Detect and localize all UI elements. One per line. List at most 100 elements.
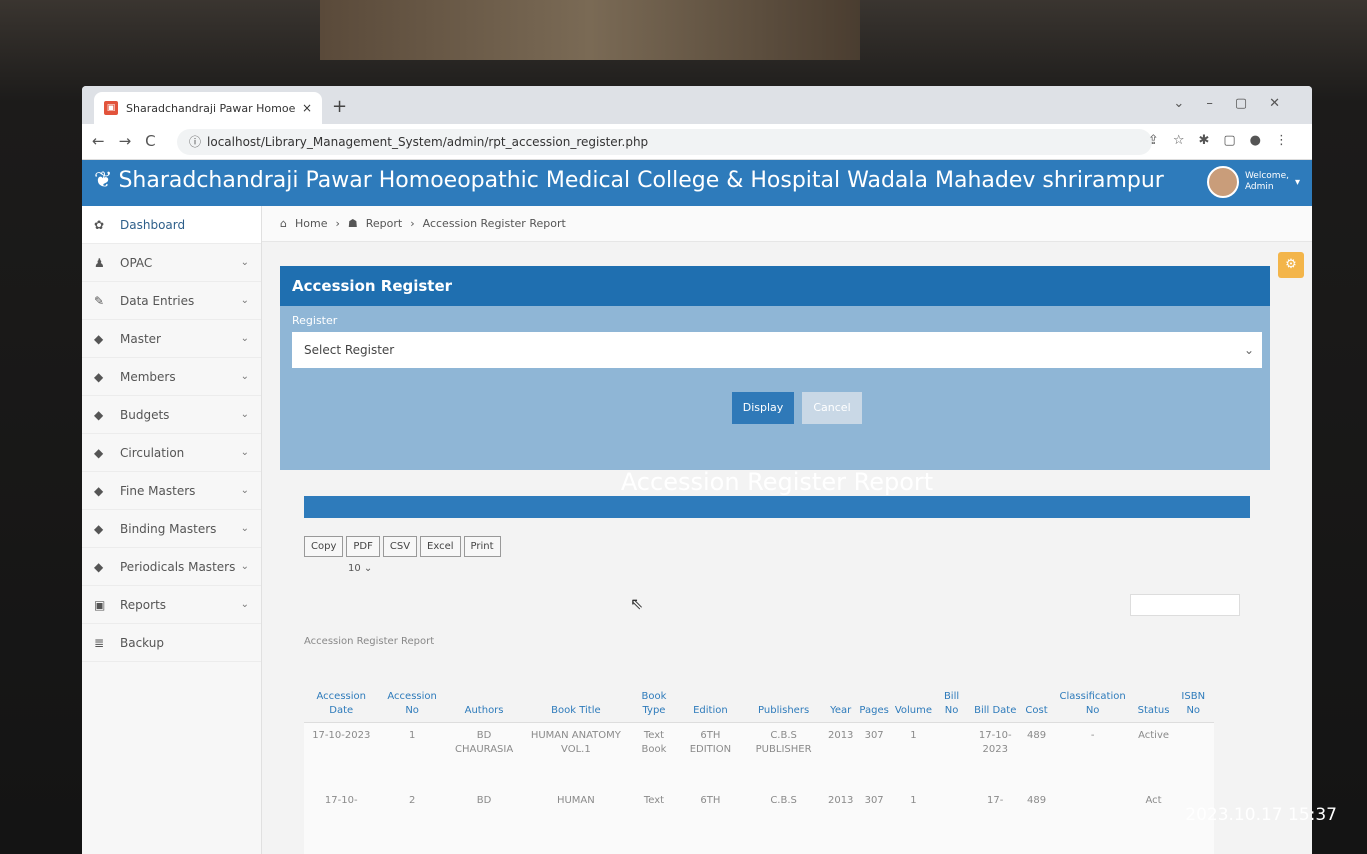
- panel-title: Accession Register: [280, 266, 1270, 306]
- column-header[interactable]: Bill Date: [968, 656, 1023, 723]
- extension-icons[interactable]: ⇪☆✱▢●⋮: [1148, 133, 1302, 148]
- sidebar-item-master[interactable]: ◆ Master ⌄: [82, 320, 261, 358]
- breadcrumb-report[interactable]: Report: [366, 217, 402, 230]
- column-header[interactable]: Edition: [678, 656, 743, 723]
- settings-gear-icon[interactable]: ⚙: [1278, 252, 1304, 278]
- table-header-row: Accession Date Accession No Authors Book…: [304, 656, 1214, 723]
- column-header[interactable]: Authors: [445, 656, 523, 723]
- column-header[interactable]: Accession Date: [304, 656, 379, 723]
- chevron-down-icon: ⌄: [240, 257, 249, 268]
- tag-icon: ◆: [94, 521, 104, 536]
- brand-text: Sharadchandraji Pawar Homoeopathic Medic…: [118, 168, 1164, 193]
- column-header[interactable]: Book Title: [522, 656, 630, 723]
- cancel-button[interactable]: Cancel: [802, 392, 862, 424]
- page-length-value: 10: [348, 563, 361, 574]
- table-cell: 307: [856, 788, 892, 854]
- welcome-label: Welcome,: [1244, 171, 1289, 181]
- table-cell: [935, 788, 969, 854]
- url-input[interactable]: ⓘ localhost/Library_Management_System/adm…: [177, 129, 1152, 155]
- sidebar-item-dashboard[interactable]: ✿ Dashboard: [82, 206, 261, 244]
- accession-register-table: Accession Date Accession No Authors Book…: [304, 656, 1214, 854]
- table-cell: 17-10-2023: [968, 722, 1023, 788]
- sidebar-item-backup[interactable]: ≣ Backup: [82, 624, 261, 662]
- excel-button[interactable]: Excel: [420, 536, 461, 557]
- sidebar-item-label: Dashboard: [120, 217, 186, 232]
- print-button[interactable]: Print: [463, 536, 501, 557]
- register-select[interactable]: Select Register ⌄: [292, 332, 1262, 368]
- sidebar-item-circulation[interactable]: ◆ Circulation ⌄: [82, 434, 261, 472]
- column-header[interactable]: Cost: [1022, 656, 1051, 723]
- info-icon[interactable]: ⓘ: [189, 135, 201, 149]
- column-header[interactable]: Accession No: [378, 656, 446, 723]
- column-header[interactable]: Pages: [856, 656, 892, 723]
- accession-register-panel: Accession Register Register Select Regis…: [280, 266, 1270, 470]
- url-host: localhost: [207, 135, 261, 149]
- table-row: 17-10- 2 BD HUMAN Text 6TH C.B.S 2013 30…: [304, 788, 1214, 854]
- csv-button[interactable]: CSV: [382, 536, 418, 557]
- background-window: [320, 0, 860, 60]
- column-header[interactable]: Bill No: [935, 656, 969, 723]
- copy-button[interactable]: Copy: [304, 536, 344, 557]
- sidebar-item-label: Reports: [120, 597, 167, 612]
- nav-buttons[interactable]: ←→C: [92, 132, 170, 150]
- tag-icon: ◆: [94, 407, 104, 422]
- breadcrumb-current: Accession Register Report: [422, 217, 566, 230]
- browser-window: ▣ Sharadchandraji Pawar Homoeo × + ⌄–▢✕ …: [82, 86, 1312, 854]
- table-cell: 2: [378, 788, 446, 854]
- user-menu[interactable]: Welcome, Admin ▾: [1206, 166, 1300, 198]
- column-header[interactable]: Publishers: [742, 656, 825, 723]
- column-header[interactable]: ISBN No: [1172, 656, 1214, 723]
- sidebar-item-label: Master: [120, 331, 161, 346]
- table-cell: 489: [1022, 788, 1051, 854]
- tag-icon: ◆: [94, 445, 104, 460]
- welcome-text: Welcome, Admin: [1245, 171, 1289, 193]
- sidebar-item-opac[interactable]: ♟ OPAC ⌄: [82, 244, 261, 282]
- breadcrumb-separator: ›: [335, 217, 340, 230]
- column-header[interactable]: Book Type: [629, 656, 679, 723]
- table-cell: 1: [891, 722, 936, 788]
- breadcrumb-home[interactable]: Home: [295, 217, 327, 230]
- close-tab-icon[interactable]: ×: [302, 101, 312, 115]
- table-cell: Text: [629, 788, 679, 854]
- sidebar-item-budgets[interactable]: ◆ Budgets ⌄: [82, 396, 261, 434]
- new-tab-button[interactable]: +: [332, 96, 347, 117]
- sidebar-item-fine-masters[interactable]: ◆ Fine Masters ⌄: [82, 472, 261, 510]
- report-title: Accession Register Report: [620, 468, 934, 496]
- table-cell: Act: [1134, 788, 1173, 854]
- sidebar-item-label: OPAC: [120, 255, 153, 270]
- breadcrumb: ⌂ Home › ☗ Report › Accession Register R…: [262, 206, 1312, 242]
- user-name: Admin: [1244, 182, 1274, 192]
- column-header[interactable]: Status: [1134, 656, 1173, 723]
- avatar[interactable]: [1206, 166, 1239, 198]
- tab-title: Sharadchandraji Pawar Homoeo: [126, 101, 296, 115]
- mouse-pointer-icon: ⇖: [630, 594, 644, 613]
- sidebar-item-binding-masters[interactable]: ◆ Binding Masters ⌄: [82, 510, 261, 548]
- register-label: Register: [292, 314, 338, 327]
- window-controls[interactable]: ⌄–▢✕: [1173, 96, 1302, 111]
- display-button[interactable]: Display: [732, 392, 794, 424]
- page-length-select[interactable]: 10 ⌄: [348, 563, 372, 574]
- sidebar-item-reports[interactable]: ▣ Reports ⌄: [82, 586, 261, 624]
- table-cell: HUMAN ANATOMY VOL.1: [522, 722, 630, 788]
- table-cell: 17-: [968, 788, 1023, 854]
- column-header[interactable]: Classification No: [1050, 656, 1135, 723]
- table-cell: HUMAN: [522, 788, 630, 854]
- table-cell: 2013: [824, 722, 857, 788]
- chevron-down-icon: ⌄: [240, 485, 249, 496]
- column-header[interactable]: Volume: [891, 656, 936, 723]
- caret-down-icon[interactable]: ▾: [1295, 177, 1300, 188]
- chevron-down-icon: ⌄: [363, 563, 373, 574]
- column-header[interactable]: Year: [824, 656, 857, 723]
- sidebar-item-periodicals-masters[interactable]: ◆ Periodicals Masters ⌄: [82, 548, 261, 586]
- tag-icon: ◆: [94, 369, 104, 384]
- pdf-button[interactable]: PDF: [346, 536, 380, 557]
- sidebar-item-data-entries[interactable]: ✎ Data Entries ⌄: [82, 282, 261, 320]
- table-cell: 6TH: [678, 788, 743, 854]
- sidebar-item-members[interactable]: ◆ Members ⌄: [82, 358, 261, 396]
- chevron-down-icon: ⌄: [240, 333, 249, 344]
- browser-tab[interactable]: ▣ Sharadchandraji Pawar Homoeo ×: [94, 92, 322, 124]
- table-search-input[interactable]: [1130, 594, 1240, 616]
- table-cell: -: [1050, 722, 1135, 788]
- export-buttons: Copy PDF CSV Excel Print: [304, 536, 504, 557]
- address-bar-row: ←→C ⓘ localhost/Library_Management_System…: [82, 124, 1312, 160]
